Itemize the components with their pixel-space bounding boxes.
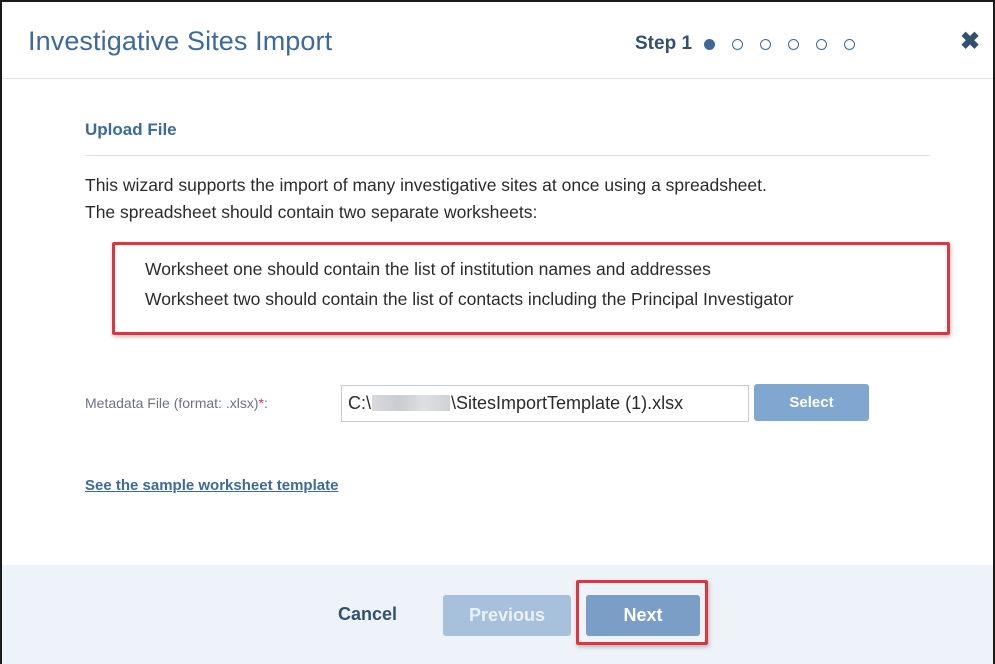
sample-template-link[interactable]: See the sample worksheet template bbox=[85, 477, 338, 494]
intro-line-1: This wizard supports the import of many … bbox=[85, 175, 767, 195]
step-dot-1 bbox=[704, 38, 716, 50]
step-dot-4 bbox=[788, 38, 800, 50]
close-icon[interactable]: ✖ bbox=[960, 30, 980, 54]
step-label: Step 1 bbox=[635, 33, 693, 54]
section-divider bbox=[85, 155, 930, 156]
file-path-prefix: C:\ bbox=[348, 393, 372, 413]
file-path-suffix: \SitesImportTemplate (1).xlsx bbox=[451, 393, 684, 413]
redacted-path-segment bbox=[372, 395, 451, 411]
step-dot-2 bbox=[732, 38, 744, 50]
next-button-highlight bbox=[576, 580, 708, 645]
metadata-label-suffix: : bbox=[263, 395, 268, 411]
worksheet-line-2: Worksheet two should contain the list of… bbox=[145, 289, 794, 309]
metadata-file-label: Metadata File (format: .xlsx)*: bbox=[85, 395, 268, 411]
worksheet-callout: Worksheet one should contain the list of… bbox=[112, 242, 950, 335]
step-dot-6 bbox=[844, 38, 856, 50]
step-dot-3 bbox=[760, 38, 772, 50]
section-title: Upload File bbox=[85, 120, 177, 139]
wizard-stepper: Step 1 bbox=[635, 33, 872, 55]
previous-button: Previous bbox=[443, 595, 571, 636]
dialog-title: Investigative Sites Import bbox=[28, 26, 333, 56]
intro-line-2: The spreadsheet should contain two separ… bbox=[85, 202, 538, 222]
worksheet-line-1: Worksheet one should contain the list of… bbox=[145, 259, 711, 279]
select-file-button[interactable]: Select bbox=[754, 384, 869, 421]
cancel-button[interactable]: Cancel bbox=[338, 604, 397, 625]
dialog-header: Investigative Sites Import Step 1 ✖ bbox=[2, 2, 993, 79]
metadata-label-text: Metadata File (format: .xlsx) bbox=[85, 395, 259, 411]
intro-text: This wizard supports the import of many … bbox=[85, 172, 945, 226]
metadata-file-input[interactable]: C:\ \SitesImportTemplate (1).xlsx bbox=[341, 385, 749, 422]
step-dot-5 bbox=[816, 38, 828, 50]
